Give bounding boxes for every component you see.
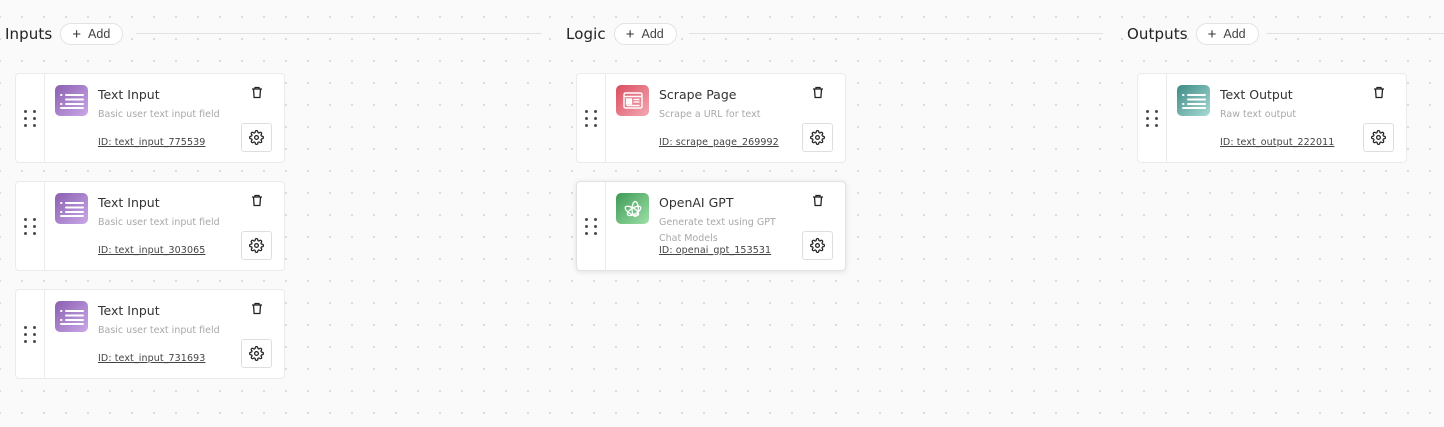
add-logic-button[interactable]: + Add xyxy=(613,23,677,45)
plus-icon: + xyxy=(1207,25,1217,43)
node-description: Scrape a URL for text xyxy=(659,109,761,120)
drag-handle-icon[interactable] xyxy=(16,74,45,162)
plus-icon: + xyxy=(72,25,82,43)
node-description: Basic user text input field xyxy=(98,325,220,336)
node-id-link[interactable]: ID: text_input_303065 xyxy=(98,245,205,256)
gear-icon xyxy=(249,130,264,145)
gear-icon xyxy=(810,130,825,145)
text-lines-icon xyxy=(55,85,88,116)
node-card[interactable]: Text Output Raw text output ID: text_out… xyxy=(1137,73,1407,163)
node-description: Raw text output xyxy=(1220,109,1297,120)
settings-button[interactable] xyxy=(241,123,272,152)
node-title: Text Output xyxy=(1220,87,1293,102)
trash-icon[interactable] xyxy=(249,84,265,100)
settings-button[interactable] xyxy=(802,123,833,152)
text-lines-icon xyxy=(55,193,88,224)
logic-header: Logic + Add xyxy=(566,22,677,46)
inputs-title: Inputs xyxy=(5,25,53,43)
openai-logo-icon xyxy=(616,193,649,224)
logic-title: Logic xyxy=(566,25,606,43)
drag-handle-icon[interactable] xyxy=(577,182,606,270)
drag-handle-icon[interactable] xyxy=(1138,74,1167,162)
node-card[interactable]: OpenAI GPT Generate text using GPT Chat … xyxy=(576,181,846,271)
gear-icon xyxy=(1371,130,1386,145)
node-id-link[interactable]: ID: text_output_222011 xyxy=(1220,137,1334,148)
drag-handle-icon[interactable] xyxy=(16,290,45,378)
node-title: Text Input xyxy=(98,195,160,210)
inputs-divider xyxy=(136,33,542,34)
node-id-link[interactable]: ID: openai_gpt_153531 xyxy=(659,245,771,256)
settings-button[interactable] xyxy=(241,231,272,260)
add-logic-label: Add xyxy=(641,27,664,41)
trash-icon[interactable] xyxy=(810,192,826,208)
outputs-title: Outputs xyxy=(1127,25,1188,43)
node-id-link[interactable]: ID: text_input_775539 xyxy=(98,137,205,148)
gear-icon xyxy=(249,238,264,253)
add-output-label: Add xyxy=(1223,27,1246,41)
node-id-link[interactable]: ID: scrape_page_269992 xyxy=(659,137,779,148)
node-card[interactable]: Text Input Basic user text input field I… xyxy=(15,289,285,379)
inputs-header: Inputs + Add xyxy=(5,22,124,46)
settings-button[interactable] xyxy=(241,339,272,368)
settings-button[interactable] xyxy=(1363,123,1394,152)
logic-divider xyxy=(689,33,1103,34)
add-output-button[interactable]: + Add xyxy=(1195,23,1259,45)
text-lines-icon xyxy=(1177,85,1210,116)
outputs-divider xyxy=(1266,33,1444,34)
node-card[interactable]: Text Input Basic user text input field I… xyxy=(15,181,285,271)
node-card[interactable]: Scrape Page Scrape a URL for text ID: sc… xyxy=(576,73,846,163)
node-description: Generate text using GPT Chat Models xyxy=(659,217,776,244)
node-id-link[interactable]: ID: text_input_731693 xyxy=(98,353,205,364)
drag-handle-icon[interactable] xyxy=(16,182,45,270)
trash-icon[interactable] xyxy=(810,84,826,100)
node-title: Text Input xyxy=(98,303,160,318)
trash-icon[interactable] xyxy=(249,192,265,208)
drag-handle-icon[interactable] xyxy=(577,74,606,162)
text-lines-icon xyxy=(55,301,88,332)
trash-icon[interactable] xyxy=(249,300,265,316)
outputs-header: Outputs + Add xyxy=(1127,22,1259,46)
node-title: Text Input xyxy=(98,87,160,102)
node-description: Basic user text input field xyxy=(98,109,220,120)
node-title: Scrape Page xyxy=(659,87,737,102)
add-input-label: Add xyxy=(88,27,111,41)
trash-icon[interactable] xyxy=(1371,84,1387,100)
browser-page-icon xyxy=(616,85,649,116)
node-description: Basic user text input field xyxy=(98,217,220,228)
node-title: OpenAI GPT xyxy=(659,195,734,210)
node-card[interactable]: Text Input Basic user text input field I… xyxy=(15,73,285,163)
gear-icon xyxy=(249,346,264,361)
add-input-button[interactable]: + Add xyxy=(60,23,124,45)
settings-button[interactable] xyxy=(802,231,833,260)
plus-icon: + xyxy=(625,25,635,43)
gear-icon xyxy=(810,238,825,253)
